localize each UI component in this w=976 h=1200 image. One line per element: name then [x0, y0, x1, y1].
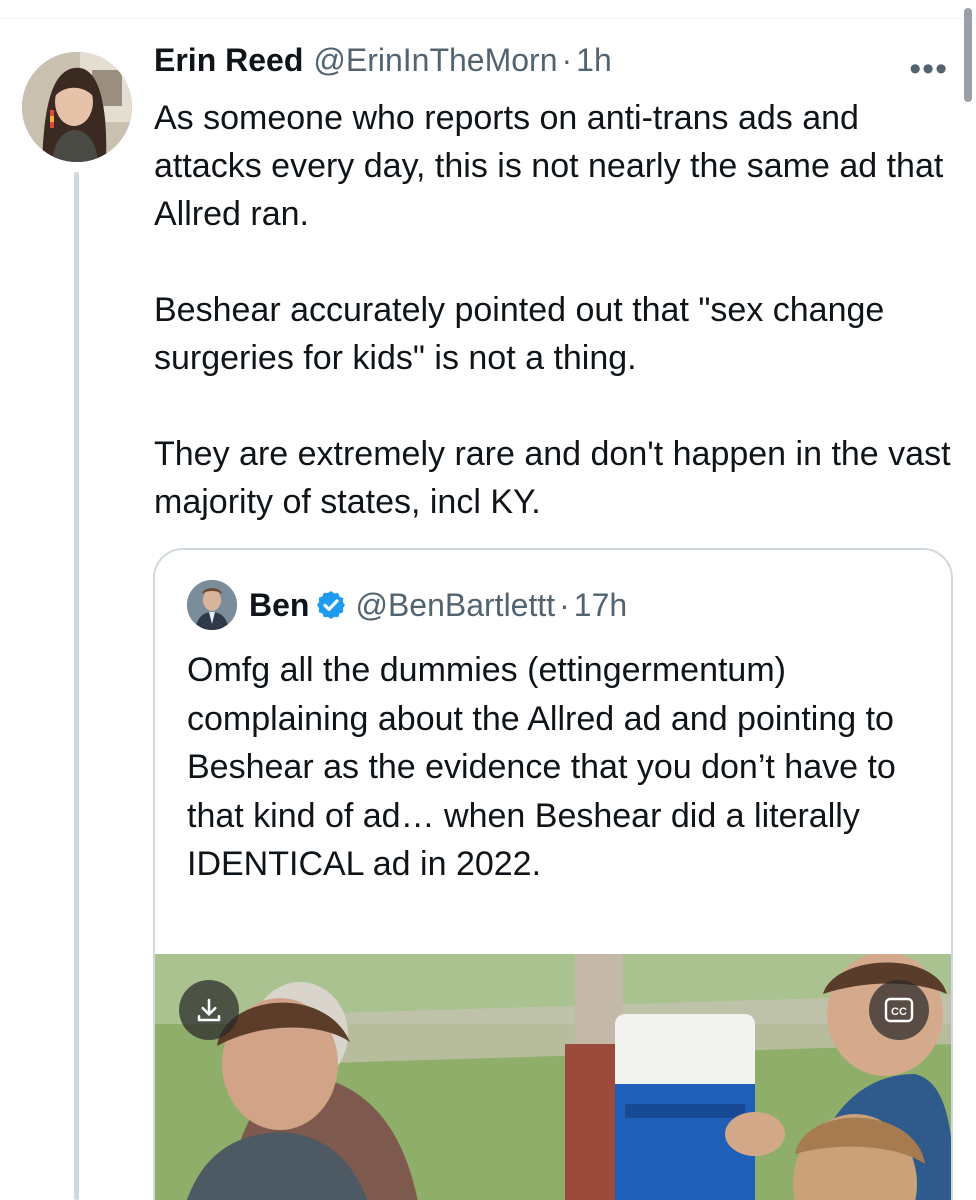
- video-thumbnail: [155, 954, 951, 1200]
- quoted-author-name[interactable]: Ben: [249, 587, 309, 624]
- tweet-timestamp[interactable]: 1h: [576, 42, 612, 79]
- tweet-paragraph: As someone who reports on anti-trans ads…: [154, 99, 944, 233]
- quoted-author-avatar[interactable]: [187, 580, 237, 630]
- quoted-tweet-text: Omfg all the dummies (ettingermentum) co…: [187, 651, 896, 883]
- quoted-tweet-timestamp[interactable]: 17h: [574, 587, 627, 624]
- quoted-author-handle[interactable]: @BenBartlettt: [355, 587, 555, 624]
- author-name[interactable]: Erin Reed: [154, 42, 303, 79]
- tweet-text: As someone who reports on anti-trans ads…: [154, 94, 954, 526]
- author-handle[interactable]: @ErinInTheMorn: [313, 42, 557, 79]
- download-button[interactable]: [179, 980, 239, 1040]
- tweet-paragraph: Beshear accurately pointed out that "sex…: [154, 291, 885, 377]
- closed-captions-icon: CC: [884, 997, 914, 1023]
- tweet-paragraph: They are extremely rare and don't happen…: [154, 435, 951, 521]
- quoted-header-separator: ·: [559, 586, 570, 623]
- quoted-tweet-video[interactable]: CC: [155, 954, 951, 1200]
- tweet: Erin Reed @ErinInTheMorn · 1h ••• As som…: [154, 42, 954, 526]
- tweet-header: Erin Reed @ErinInTheMorn · 1h: [154, 42, 954, 94]
- verified-badge-icon: [317, 591, 346, 619]
- author-avatar[interactable]: [22, 52, 132, 162]
- top-divider: [0, 18, 976, 19]
- scrollbar-thumb[interactable]: [964, 8, 972, 102]
- header-separator: ·: [561, 42, 573, 78]
- download-icon: [197, 998, 221, 1022]
- more-options-icon[interactable]: •••: [909, 50, 948, 89]
- quoted-tweet-card[interactable]: Ben @BenBartlettt · 17h Omfg all the dum…: [153, 548, 953, 1200]
- author-avatar-image: [22, 52, 132, 162]
- captions-label: CC: [891, 1006, 907, 1018]
- thread-connector-line: [74, 172, 79, 1200]
- quoted-tweet-header: Ben @BenBartlettt · 17h: [187, 580, 627, 630]
- quoted-author-avatar-image: [187, 580, 237, 630]
- captions-button[interactable]: CC: [869, 980, 929, 1040]
